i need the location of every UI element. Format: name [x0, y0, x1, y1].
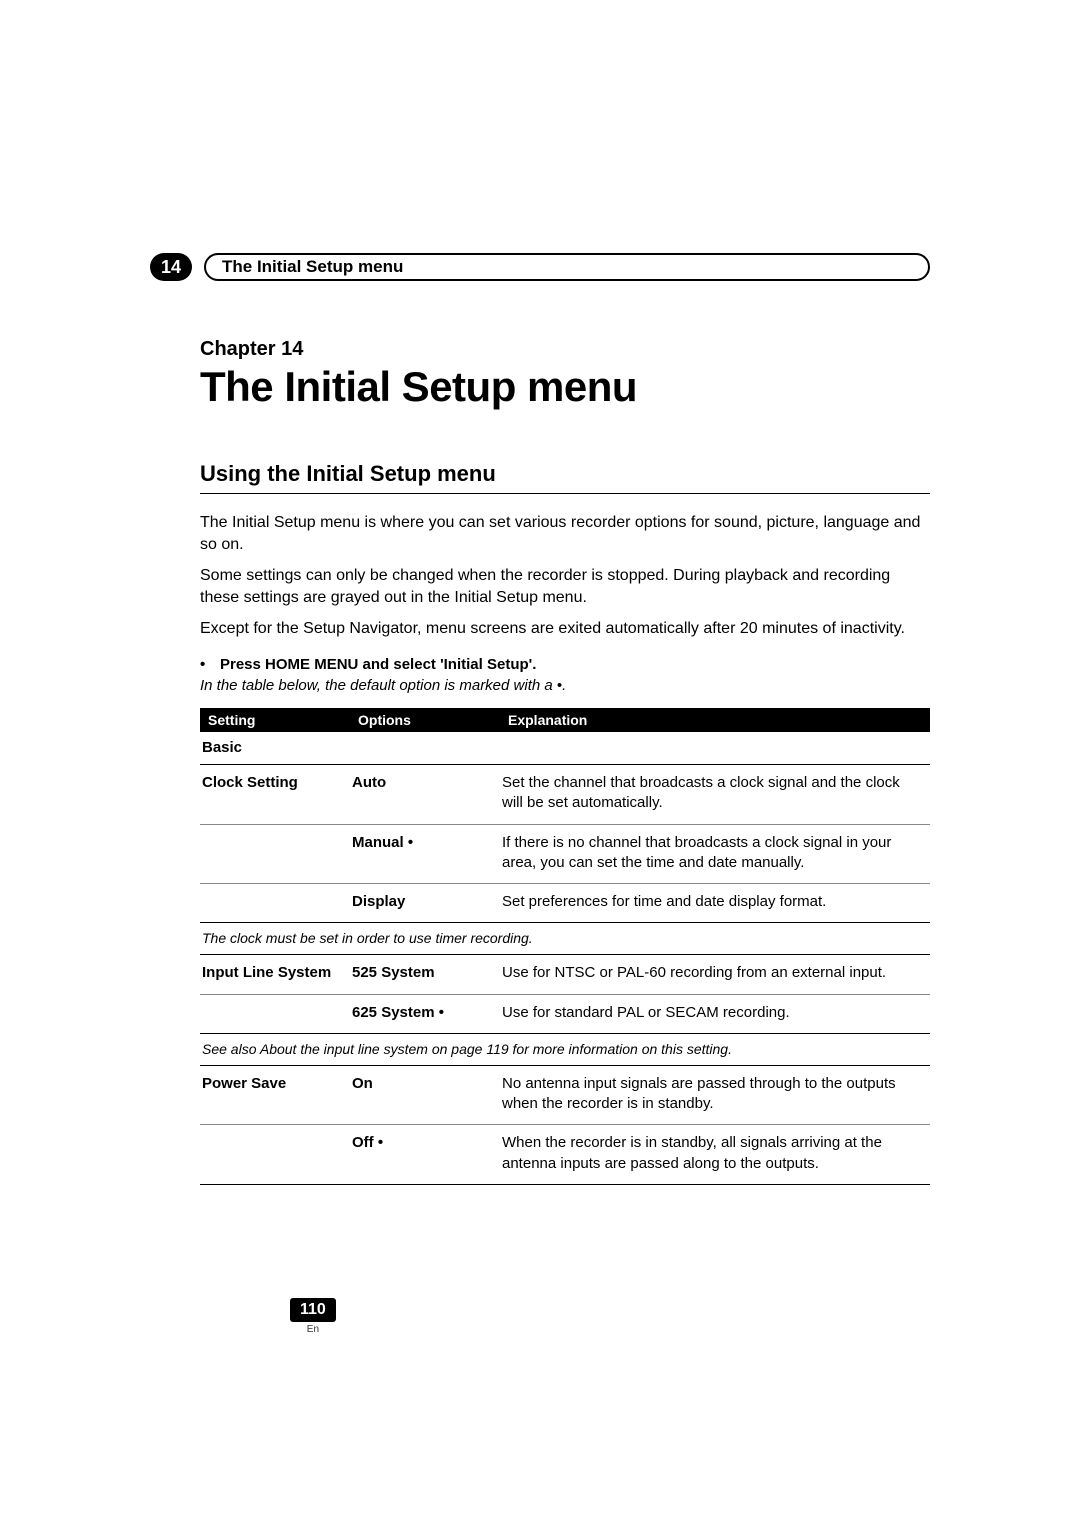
- default-marker-icon: •: [378, 1134, 383, 1151]
- cell-option: Off •: [350, 1125, 500, 1185]
- note-suffix: .: [562, 677, 566, 694]
- paragraph: The Initial Setup menu is where you can …: [200, 512, 930, 555]
- cell-setting: Power Save: [200, 1065, 350, 1125]
- table-row: Off • When the recorder is in standby, a…: [200, 1125, 930, 1185]
- cell-option: Manual •: [350, 824, 500, 884]
- table-note-row: The clock must be set in order to use ti…: [200, 923, 930, 955]
- table-note-row: See also About the input line system on …: [200, 1033, 930, 1065]
- bullet-icon: •: [200, 656, 220, 673]
- table-header-row: Setting Options Explanation: [200, 708, 930, 732]
- col-setting-header: Setting: [200, 708, 350, 732]
- section-body: The Initial Setup menu is where you can …: [200, 512, 930, 640]
- action-text: Press HOME MENU and select 'Initial Setu…: [220, 656, 536, 673]
- chapter-header-band: 14 The Initial Setup menu: [150, 252, 930, 282]
- cell-option: 525 System: [350, 955, 500, 994]
- group-row-basic: Basic: [200, 732, 930, 765]
- table-row: Clock Setting Auto Set the channel that …: [200, 765, 930, 825]
- table-note: The clock must be set in order to use ti…: [200, 923, 930, 955]
- cell-explanation: Use for standard PAL or SECAM recording.: [500, 994, 930, 1033]
- cell-explanation: No antenna input signals are passed thro…: [500, 1065, 930, 1125]
- default-marker-icon: •: [408, 834, 413, 851]
- action-instruction: •Press HOME MENU and select 'Initial Set…: [200, 656, 930, 673]
- section-heading: Using the Initial Setup menu: [200, 461, 930, 487]
- cell-option: 625 System •: [350, 994, 500, 1033]
- cell-setting: [200, 824, 350, 884]
- chapter-number-badge: 14: [150, 253, 192, 281]
- chapter-title-pill: The Initial Setup menu: [204, 253, 930, 281]
- cell-option: On: [350, 1065, 500, 1125]
- cell-setting: Clock Setting: [200, 765, 350, 825]
- chapter-label: Chapter 14: [200, 338, 930, 361]
- cell-setting: Input Line System: [200, 955, 350, 994]
- settings-table: Setting Options Explanation Basic Clock …: [200, 708, 930, 1185]
- section-rule: [200, 493, 930, 494]
- chapter-title: The Initial Setup menu: [200, 363, 930, 411]
- paragraph: Except for the Setup Navigator, menu scr…: [200, 618, 930, 640]
- cell-option: Auto: [350, 765, 500, 825]
- default-marker-icon: •: [439, 1004, 444, 1021]
- table-row: 625 System • Use for standard PAL or SEC…: [200, 994, 930, 1033]
- chapter-block: Chapter 14 The Initial Setup menu: [200, 338, 930, 411]
- table-legend-note: In the table below, the default option i…: [200, 677, 930, 694]
- cell-explanation: Set the channel that broadcasts a clock …: [500, 765, 930, 825]
- col-options-header: Options: [350, 708, 500, 732]
- group-label: Basic: [200, 732, 930, 765]
- col-explanation-header: Explanation: [500, 708, 930, 732]
- table-row: Power Save On No antenna input signals a…: [200, 1065, 930, 1125]
- table-row: Input Line System 525 System Use for NTS…: [200, 955, 930, 994]
- page-number-badge: 110: [290, 1298, 336, 1322]
- table-row: Display Set preferences for time and dat…: [200, 884, 930, 923]
- page-language: En: [290, 1324, 336, 1335]
- cell-explanation: Use for NTSC or PAL-60 recording from an…: [500, 955, 930, 994]
- note-prefix: In the table below, the default option i…: [200, 677, 553, 694]
- cell-setting: [200, 994, 350, 1033]
- page-content: 14 The Initial Setup menu Chapter 14 The…: [150, 252, 930, 1185]
- cell-explanation: Set preferences for time and date displa…: [500, 884, 930, 923]
- table-row: Manual • If there is no channel that bro…: [200, 824, 930, 884]
- cell-explanation: If there is no channel that broadcasts a…: [500, 824, 930, 884]
- cell-option: Display: [350, 884, 500, 923]
- page-footer: 110 En: [290, 1298, 336, 1335]
- table-note: See also About the input line system on …: [200, 1033, 930, 1065]
- cell-explanation: When the recorder is in standby, all sig…: [500, 1125, 930, 1185]
- paragraph: Some settings can only be changed when t…: [200, 565, 930, 608]
- cell-setting: [200, 1125, 350, 1185]
- cell-setting: [200, 884, 350, 923]
